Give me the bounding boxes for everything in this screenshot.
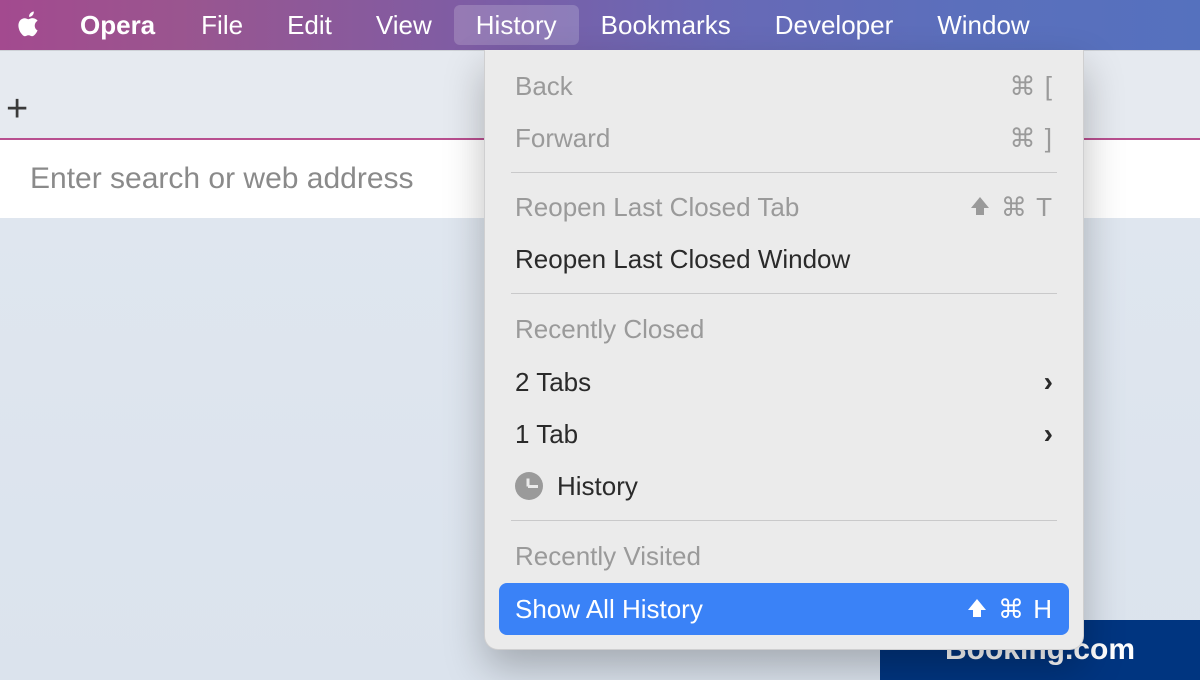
chevron-right-icon: › xyxy=(1044,418,1053,450)
menu-item-recently-closed[interactable]: 1 Tab › xyxy=(499,408,1069,460)
menu-separator xyxy=(511,172,1057,173)
menu-item-label: 1 Tab xyxy=(515,419,578,450)
menu-item-label: Reopen Last Closed Window xyxy=(515,244,850,275)
menubar: Opera File Edit View History Bookmarks D… xyxy=(0,0,1200,50)
menu-section-recently-visited: Recently Visited xyxy=(499,529,1069,583)
menu-file[interactable]: File xyxy=(179,0,265,50)
menu-separator xyxy=(511,293,1057,294)
menu-separator xyxy=(511,520,1057,521)
menu-bookmarks[interactable]: Bookmarks xyxy=(579,0,753,50)
menu-item-label: Show All History xyxy=(515,594,703,625)
chevron-right-icon: › xyxy=(1044,366,1053,398)
menu-item-reopen-last-tab: Reopen Last Closed Tab ⌘ T xyxy=(499,181,1069,233)
clock-icon xyxy=(515,472,543,500)
menu-app-name[interactable]: Opera xyxy=(70,0,179,50)
menu-item-shortcut: ⌘ ] xyxy=(1010,123,1053,154)
menu-item-recently-closed[interactable]: History xyxy=(499,460,1069,512)
menu-item-label: 2 Tabs xyxy=(515,367,591,398)
menu-view[interactable]: View xyxy=(354,0,454,50)
menu-item-shortcut: ⌘ [ xyxy=(1010,71,1053,102)
menu-history[interactable]: History xyxy=(454,5,579,45)
menu-window[interactable]: Window xyxy=(915,0,1051,50)
menu-item-label: Forward xyxy=(515,123,610,154)
menu-item-label: Reopen Last Closed Tab xyxy=(515,192,799,223)
apple-menu-icon[interactable] xyxy=(10,11,50,39)
menu-item-reopen-last-window[interactable]: Reopen Last Closed Window xyxy=(499,233,1069,285)
menu-item-shortcut: ⌘ H xyxy=(968,594,1053,625)
menu-item-recently-closed[interactable]: 2 Tabs › xyxy=(499,356,1069,408)
menu-item-back: Back ⌘ [ xyxy=(499,60,1069,112)
menu-item-label: Back xyxy=(515,71,573,102)
menu-item-label: History xyxy=(557,471,638,502)
new-tab-button[interactable]: + xyxy=(6,90,28,128)
history-menu-dropdown: Back ⌘ [ Forward ⌘ ] Reopen Last Closed … xyxy=(484,50,1084,650)
menu-section-recently-closed: Recently Closed xyxy=(499,302,1069,356)
menu-developer[interactable]: Developer xyxy=(753,0,916,50)
menu-item-show-all-history[interactable]: Show All History ⌘ H xyxy=(499,583,1069,635)
menu-section-label: Recently Visited xyxy=(515,541,701,572)
menu-edit[interactable]: Edit xyxy=(265,0,354,50)
menu-item-forward: Forward ⌘ ] xyxy=(499,112,1069,164)
menu-item-shortcut: ⌘ T xyxy=(971,192,1053,223)
menu-section-label: Recently Closed xyxy=(515,314,704,345)
